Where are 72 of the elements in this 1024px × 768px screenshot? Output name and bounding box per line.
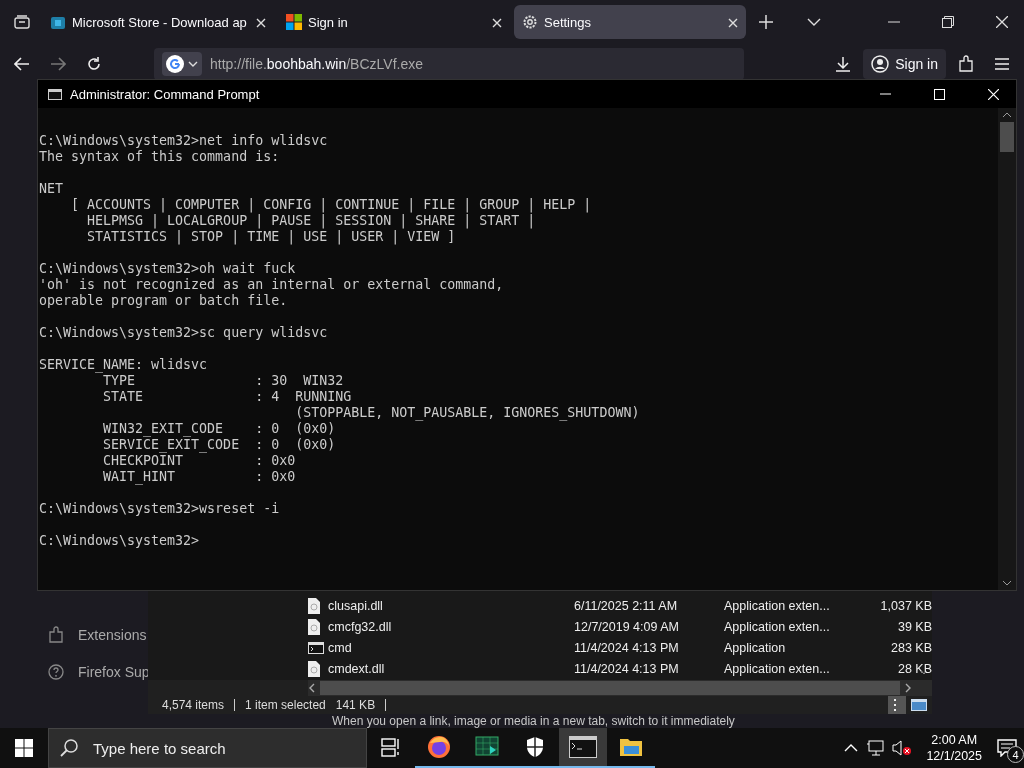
terminal-line: WIN32_EXIT_CODE : 0 (0x0) <box>102 421 336 437</box>
terminal-line: C:\Windows\system32>sc query wlidsvc <box>39 325 328 341</box>
scroll-up-icon[interactable] <box>1002 112 1012 118</box>
scroll-left-icon[interactable] <box>308 683 316 693</box>
terminal-line: C:\Windows\system32> <box>39 533 200 549</box>
terminal-line: operable program or batch file. <box>39 293 288 309</box>
browser-tab[interactable]: Microsoft Store - Download ap <box>42 5 274 39</box>
clock[interactable]: 2:00 AM 12/1/2025 <box>926 732 982 764</box>
firefox-icon <box>427 735 451 759</box>
help-icon <box>48 664 64 680</box>
notifications-button[interactable]: 4 <box>990 733 1024 763</box>
terminal-line: STATE : 4 RUNNING <box>102 389 352 405</box>
folder-icon <box>619 737 643 757</box>
chart-icon <box>475 736 499 758</box>
scroll-thumb[interactable] <box>1000 122 1014 152</box>
g-logo-icon <box>166 55 184 73</box>
terminal-line: C:\Windows\system32>wsreset -i <box>39 501 280 517</box>
file-icon <box>308 660 320 677</box>
url-text: http://file.boohbah.win/BCzLVf.exe <box>210 56 423 72</box>
details-view-icon[interactable] <box>888 696 906 714</box>
search-icon <box>59 738 79 758</box>
terminal-line: NET <box>39 181 64 197</box>
message-icon <box>997 739 1017 757</box>
search-field[interactable]: Type here to search <box>48 728 367 768</box>
muted-speaker-icon[interactable] <box>892 740 913 756</box>
terminal-line: HELPMSG | LOCALGROUP | PAUSE | SESSION | SHARE | START | <box>86 213 536 229</box>
sign-in-button[interactable]: Sign in <box>863 49 946 79</box>
selection-count: 1 item selected <box>245 698 326 712</box>
scroll-down-icon[interactable] <box>1002 580 1012 586</box>
file-row[interactable]: cmcfg32.dll 12/7/2019 4:09 AM Application exten... 39 KB <box>288 616 932 637</box>
address-bar[interactable]: http://file.boohbah.win/BCzLVf.exe <box>154 48 744 80</box>
setting-description: When you open a link, image or media in a new tab, switch to it immediately <box>332 714 735 728</box>
network-icon[interactable] <box>866 740 885 756</box>
terminal-line: 'oh' is not recognized as an internal or external command, <box>39 277 504 293</box>
terminal-line: WAIT_HINT : 0x0 <box>102 469 296 485</box>
terminal-line: STATISTICS | STOP | TIME | USE | USER | VIEW ] <box>86 229 456 245</box>
scroll-right-icon[interactable] <box>904 683 912 693</box>
terminal-line: [ ACCOUNTS | COMPUTER | CONFIG | CONTINUE | FILE | GROUP | HELP | <box>70 197 592 213</box>
store-icon <box>50 14 66 30</box>
sidebar-item[interactable]: Extensions <box>48 626 147 644</box>
taskbar-app[interactable] <box>559 728 607 768</box>
thumbnail-view-icon[interactable] <box>910 696 928 714</box>
terminal-line: SERVICE_EXIT_CODE : 0 (0x0) <box>102 437 336 453</box>
browser-tab[interactable]: Settings <box>514 5 746 39</box>
four-squares-icon <box>286 14 302 30</box>
terminal-line: C:\Windows\system32>oh wait fuck <box>39 261 296 277</box>
file-icon <box>308 618 320 635</box>
caret-icon <box>188 61 198 67</box>
selection-size: 141 KB <box>335 698 376 712</box>
shield-icon <box>525 736 545 758</box>
file-row[interactable]: clusapi.dll 6/11/2025 2:11 AM Application exten... 1,037 KB <box>288 595 932 616</box>
terminal-line: (STOPPABLE, NOT_PAUSABLE, IGNORES_SHUTDOWN) <box>294 405 640 421</box>
console-icon <box>48 88 62 100</box>
chevron-up-icon[interactable] <box>844 744 859 752</box>
account-icon <box>871 55 890 73</box>
terminal-line: CHECKPOINT : 0x0 <box>102 453 296 469</box>
browser-tab[interactable]: Sign in <box>278 5 510 39</box>
terminal-line: C:\Windows\system32>net info wlidsvc <box>39 133 328 149</box>
vertical-scrollbar[interactable] <box>998 108 1016 590</box>
windows-logo-icon <box>15 739 33 757</box>
terminal-line: The syntax of this command is: <box>39 149 280 165</box>
search-engine-button[interactable] <box>162 52 202 76</box>
puzzle-icon <box>48 626 64 644</box>
gear-icon <box>522 14 538 30</box>
console-icon <box>569 736 597 758</box>
window-title: Administrator: Command Prompt <box>70 86 260 102</box>
terminal-line: TYPE : 30 WIN32 <box>102 373 344 389</box>
console-icon <box>308 641 324 654</box>
item-count: 4,574 items <box>162 698 225 712</box>
file-row[interactable]: cmd 11/4/2024 4:13 PM Application 283 KB <box>288 637 932 658</box>
terminal-line: SERVICE_NAME: wlidsvc <box>39 357 208 373</box>
file-icon <box>308 597 320 614</box>
